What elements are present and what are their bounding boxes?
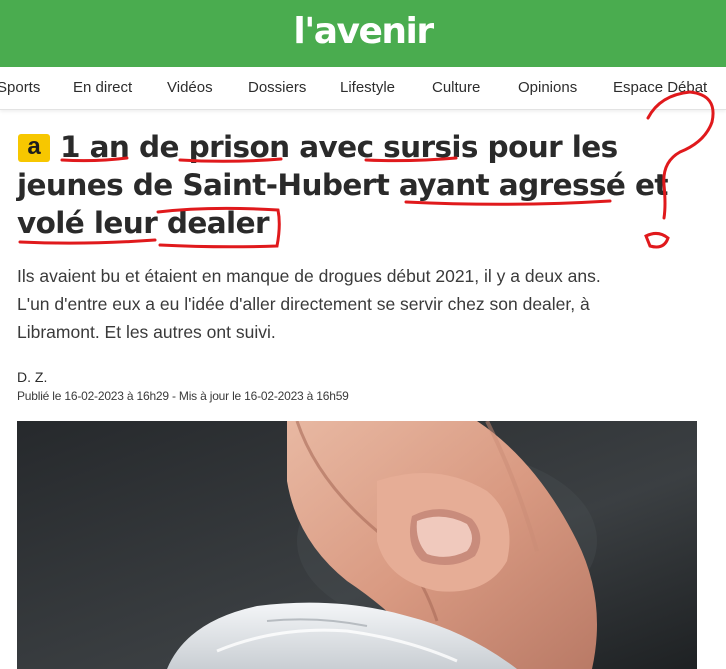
lead-line: Ils avaient bu et étaient en manque de d… bbox=[17, 266, 601, 286]
nav-item-lifestyle[interactable]: Lifestyle bbox=[340, 67, 395, 109]
main-navigation: Sports En direct Vidéos Dossiers Lifesty… bbox=[0, 67, 726, 110]
premium-badge: a bbox=[18, 134, 50, 162]
site-logo[interactable]: l'avenir bbox=[0, 0, 726, 67]
nav-item-culture[interactable]: Culture bbox=[432, 67, 480, 109]
photo-hand-with-plastic-bag-icon bbox=[17, 421, 697, 669]
lead-line: Libramont. Et les autres ont suivi. bbox=[17, 322, 276, 342]
nav-item-sports[interactable]: Sports bbox=[0, 67, 40, 109]
nav-item-espace-debat[interactable]: Espace Débat bbox=[613, 67, 707, 109]
question-mark-dot bbox=[644, 231, 670, 249]
lead-line: L'un d'entre eux a eu l'idée d'aller dir… bbox=[17, 294, 590, 314]
publication-date: Publié le 16-02-2023 à 16h29 - Mis à jou… bbox=[17, 389, 349, 403]
nav-item-en-direct[interactable]: En direct bbox=[73, 67, 132, 109]
nav-item-videos[interactable]: Vidéos bbox=[167, 67, 213, 109]
nav-item-opinions[interactable]: Opinions bbox=[518, 67, 577, 109]
headline-line: jeunes de Saint-Hubert ayant agressé et bbox=[17, 168, 669, 202]
article-author[interactable]: D. Z. bbox=[17, 369, 47, 385]
headline-line: volé leur dealer bbox=[17, 206, 270, 240]
headline-line: 1 an de prison avec sursis pour les bbox=[60, 130, 618, 164]
article-photo[interactable] bbox=[17, 421, 697, 669]
nav-item-dossiers[interactable]: Dossiers bbox=[248, 67, 306, 109]
